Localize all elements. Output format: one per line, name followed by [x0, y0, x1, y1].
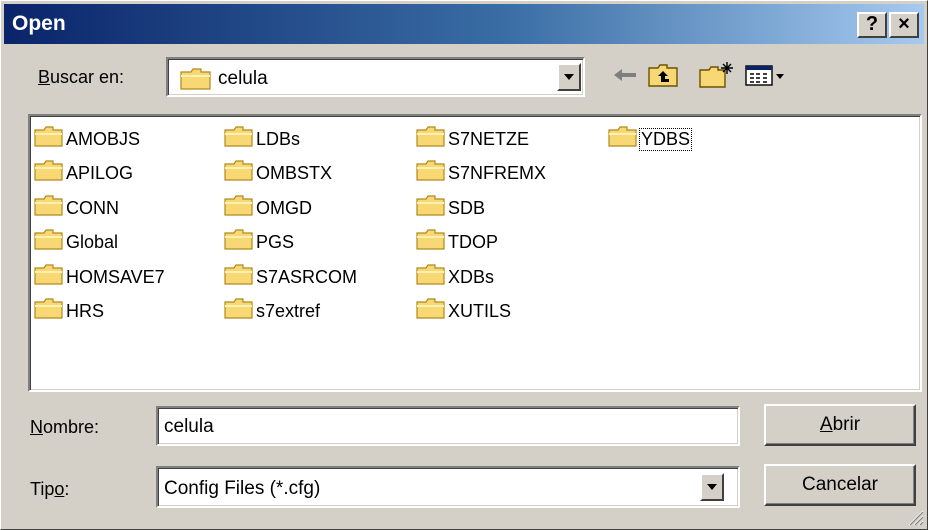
filetype-combo[interactable]: Config Files (*.cfg): [156, 466, 740, 508]
look-in-value: celula: [218, 68, 268, 89]
folder-icon: [224, 160, 254, 187]
filetype-label: Tipo:: [30, 479, 70, 499]
file-column-1: AMOBJS APILOG CONN Global HOMSAVE7 HRS: [34, 122, 165, 329]
folder-icon: [224, 126, 254, 153]
file-column-4: YDBS: [608, 122, 693, 157]
view-menu-icon[interactable]: [743, 59, 793, 91]
open-button[interactable]: Abrir: [764, 404, 916, 446]
open-file-dialog: Open ? × Buscar en: celula AMOBJS APILOG…: [0, 0, 928, 530]
folder-icon: [180, 67, 212, 96]
filetype-value: Config Files (*.cfg): [164, 478, 321, 499]
file-column-2: LDBs OMBSTX OMGD PGS S7ASRCOM s7extref: [224, 122, 357, 329]
folder-icon: [34, 229, 64, 256]
list-item[interactable]: PGS: [224, 226, 357, 261]
list-item[interactable]: HRS: [34, 295, 165, 330]
list-item[interactable]: S7ASRCOM: [224, 260, 357, 295]
file-column-3: S7NETZE S7NFREMX SDB TDOP XDBs XUTILS: [416, 122, 546, 329]
list-item[interactable]: TDOP: [416, 226, 546, 261]
folder-icon: [34, 160, 64, 187]
filename-input[interactable]: celula: [156, 406, 740, 446]
cancel-button[interactable]: Cancelar: [764, 464, 916, 506]
new-folder-icon[interactable]: [697, 59, 735, 91]
file-list[interactable]: AMOBJS APILOG CONN Global HOMSAVE7 HRS L…: [28, 114, 922, 392]
list-item[interactable]: s7extref: [224, 295, 357, 330]
folder-icon: [416, 126, 446, 153]
look-in-combo[interactable]: celula: [166, 57, 585, 97]
list-item[interactable]: YDBS: [608, 122, 693, 157]
folder-icon: [416, 195, 446, 222]
folder-icon: [34, 298, 64, 325]
folder-icon: [416, 264, 446, 291]
filetype-dropdown-button[interactable]: [700, 473, 724, 501]
filename-label: Nombre:: [30, 417, 100, 437]
folder-icon: [34, 264, 64, 291]
resize-grip-icon[interactable]: [906, 508, 924, 526]
filename-value: celula: [164, 416, 214, 437]
list-item[interactable]: OMGD: [224, 191, 357, 226]
list-item[interactable]: OMBSTX: [224, 157, 357, 192]
title-bar[interactable]: Open ? ×: [4, 4, 924, 44]
folder-icon: [416, 298, 446, 325]
folder-icon: [224, 298, 254, 325]
look-in-label: Buscar en:: [38, 67, 125, 87]
list-item[interactable]: AMOBJS: [34, 122, 165, 157]
list-item[interactable]: LDBs: [224, 122, 357, 157]
list-item[interactable]: XDBs: [416, 260, 546, 295]
folder-icon: [224, 264, 254, 291]
up-folder-icon[interactable]: [646, 59, 680, 91]
list-item[interactable]: SDB: [416, 191, 546, 226]
help-button[interactable]: ?: [857, 12, 887, 38]
list-item[interactable]: S7NETZE: [416, 122, 546, 157]
folder-icon: [34, 195, 64, 222]
folder-icon: [224, 229, 254, 256]
folder-icon: [416, 160, 446, 187]
look-in-dropdown-button[interactable]: [557, 63, 581, 91]
window-title: Open: [12, 12, 66, 35]
list-item[interactable]: CONN: [34, 191, 165, 226]
folder-icon: [608, 126, 638, 153]
folder-icon: [416, 229, 446, 256]
list-item[interactable]: APILOG: [34, 157, 165, 192]
list-item[interactable]: Global: [34, 226, 165, 261]
back-arrow-icon[interactable]: [610, 59, 640, 91]
list-item[interactable]: XUTILS: [416, 295, 546, 330]
folder-icon: [224, 195, 254, 222]
focused-item-label: YDBS: [638, 127, 693, 151]
close-button[interactable]: ×: [889, 12, 919, 38]
list-item[interactable]: S7NFREMX: [416, 157, 546, 192]
folder-icon: [34, 126, 64, 153]
list-item[interactable]: HOMSAVE7: [34, 260, 165, 295]
